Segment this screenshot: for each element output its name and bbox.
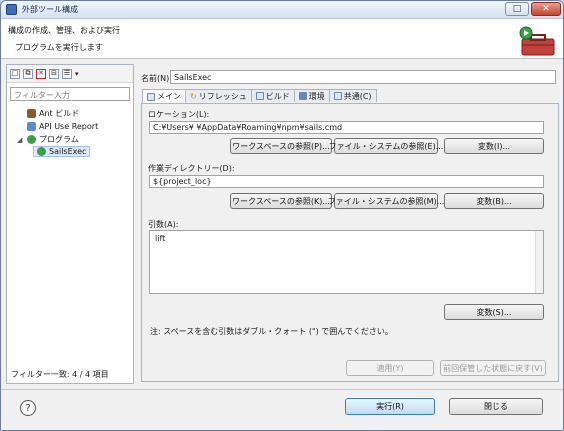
args-textarea[interactable]: lift — [149, 230, 544, 294]
tab-main[interactable]: メイン — [142, 89, 186, 103]
title-bar[interactable]: 外部ツール構成 □ ✕ — [1, 1, 563, 19]
environment-icon — [298, 92, 307, 100]
report-icon — [27, 122, 36, 131]
tab-label: 共通(C) — [343, 91, 372, 101]
header-subtitle: プログラムを実行します — [15, 43, 103, 52]
apply-button[interactable]: 適用(Y) — [346, 360, 434, 376]
delete-config-icon[interactable]: ✕ — [36, 68, 46, 79]
header-title: 構成の作成、管理、および実行 — [8, 26, 120, 35]
common-icon — [333, 92, 342, 100]
workdir-variables-button[interactable]: 変数(B)... — [444, 193, 544, 209]
chevron-down-icon[interactable]: ▾ — [75, 70, 79, 78]
args-scrollbar[interactable] — [535, 231, 543, 293]
tab-common[interactable]: 共通(C) — [328, 89, 377, 102]
dialog-body: □ ⧉ ✕ ⊟ ☰ ▾ フィルター入力 Ant ビルド API Use Repo… — [1, 59, 563, 389]
collapse-all-icon[interactable]: ⊟ — [49, 68, 59, 79]
location-field[interactable]: C:¥Users¥ ¥AppData¥Roaming¥npm¥sails.cmd — [149, 121, 544, 134]
dialog-footer: ? 実行(R) 閉じる — [1, 389, 563, 430]
config-tabs: メイン ↻ リフレッシュ ビルド 環境 共通(C) — [142, 89, 377, 103]
filter-input[interactable]: フィルター入力 — [10, 87, 130, 101]
dialog-header: 構成の作成、管理、および実行 プログラムを実行します — [1, 19, 563, 59]
tree-expander[interactable]: ◢ — [17, 136, 24, 144]
tab-refresh[interactable]: ↻ リフレッシュ — [185, 89, 252, 102]
main-tab-icon — [147, 92, 155, 101]
launch-config-panel: □ ⧉ ✕ ⊟ ☰ ▾ フィルター入力 Ant ビルド API Use Repo… — [6, 64, 134, 384]
tree-item-api-use-report[interactable]: API Use Report — [17, 121, 98, 132]
config-toolbar: □ ⧉ ✕ ⊟ ☰ ▾ — [7, 65, 133, 83]
tree-item-label: SailsExec — [49, 147, 87, 156]
tree-item-sailsexec[interactable]: SailsExec — [33, 146, 91, 157]
args-label: 引数(A): — [148, 220, 179, 229]
args-value: lift — [155, 234, 166, 243]
tab-label: ビルド — [265, 91, 290, 101]
tab-label: 環境 — [308, 91, 325, 101]
tree-item-label: API Use Report — [39, 122, 99, 131]
program-icon — [27, 135, 36, 144]
location-filesystem-button[interactable]: ファイル・システムの参照(E)... — [329, 138, 443, 154]
workdir-label: 作業ディレクトリー(D): — [148, 164, 235, 173]
workdir-workspace-button[interactable]: ワークスペースの参照(K)... — [230, 193, 332, 209]
new-config-icon[interactable]: □ — [10, 68, 20, 79]
duplicate-config-icon[interactable]: ⧉ — [23, 68, 33, 79]
args-note: 注: スペースを含む引数はダブル・クォート (") で囲んでください。 — [150, 327, 393, 336]
tree-item-ant[interactable]: Ant ビルド — [17, 108, 79, 119]
workdir-filesystem-button[interactable]: ファイル・システムの参照(M)... — [328, 193, 444, 209]
refresh-icon: ↻ — [190, 91, 197, 101]
toolbox-icon — [519, 26, 555, 56]
tab-environment[interactable]: 環境 — [293, 89, 330, 102]
revert-button[interactable]: 前回保管した状態に戻す(V) — [440, 360, 546, 376]
help-icon[interactable]: ? — [20, 400, 36, 416]
location-workspace-button[interactable]: ワークスペースの参照(P)... — [230, 138, 332, 154]
name-field[interactable]: SailsExec — [170, 70, 556, 84]
program-icon — [37, 147, 46, 156]
filter-icon[interactable]: ☰ — [62, 68, 72, 79]
ant-icon — [27, 109, 36, 118]
args-variables-button[interactable]: 変数(S)... — [444, 304, 544, 320]
window-title: 外部ツール構成 — [22, 5, 78, 14]
filter-status: フィルター一致: 4 / 4 項目 — [11, 370, 109, 379]
maximize-button[interactable]: □ — [505, 2, 529, 16]
build-icon — [255, 92, 264, 100]
config-editor: 名前(N): SailsExec メイン ↻ リフレッシュ ビルド 環境 共通(… — [138, 64, 560, 384]
dialog-window: 外部ツール構成 □ ✕ 構成の作成、管理、および実行 プログラムを実行します □… — [0, 0, 564, 431]
tree-item-label: プログラム — [39, 135, 79, 144]
tab-build[interactable]: ビルド — [250, 89, 295, 102]
tree-item-label: Ant ビルド — [39, 109, 80, 118]
close-button[interactable]: ✕ — [531, 2, 561, 16]
app-icon — [6, 4, 17, 15]
tab-label: メイン — [157, 92, 181, 101]
tree-item-program[interactable]: ◢ プログラム — [17, 134, 79, 145]
workdir-field[interactable]: ${project_loc} — [149, 175, 544, 188]
location-label: ロケーション(L): — [148, 110, 210, 119]
location-variables-button[interactable]: 変数(I)... — [444, 138, 544, 154]
name-label: 名前(N): — [141, 74, 172, 83]
main-tab-panel: ロケーション(L): C:¥Users¥ ¥AppData¥Roaming¥np… — [141, 103, 559, 382]
run-button[interactable]: 実行(R) — [345, 398, 435, 415]
close-dialog-button[interactable]: 閉じる — [449, 398, 543, 415]
tab-label: リフレッシュ — [198, 91, 247, 101]
